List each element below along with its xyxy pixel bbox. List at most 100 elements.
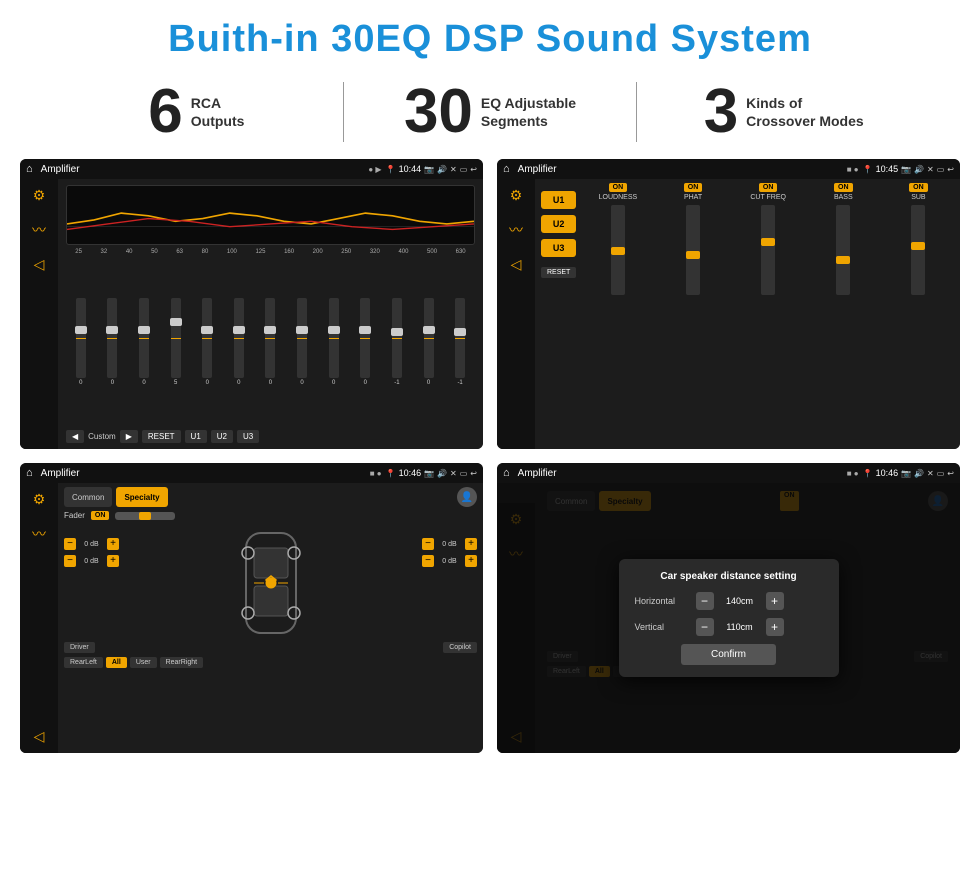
ctrl-label-bass: BASS (834, 194, 853, 201)
horizontal-plus-btn[interactable]: + (766, 592, 784, 610)
wave-icon[interactable]: 〰 (32, 220, 46, 240)
window-icon-3: ▭ (460, 469, 468, 478)
volume-down-icon[interactable]: ◁ (34, 256, 45, 273)
u1-btn[interactable]: U1 (541, 191, 576, 209)
stats-row: 6 RCAOutputs 30 EQ AdjustableSegments 3 … (0, 71, 980, 159)
location-icon-4: 📍 (863, 469, 873, 478)
home-icon-2[interactable]: ⌂ (503, 163, 510, 175)
db-minus-fl[interactable]: − (64, 538, 76, 550)
time-4: 10:46 (876, 468, 899, 478)
slider-7[interactable]: 0 (265, 298, 275, 386)
freq-160: 160 (284, 249, 294, 255)
vertical-label: Vertical (635, 622, 690, 632)
freq-320: 320 (370, 249, 380, 255)
ctrl-slider-sub[interactable] (911, 205, 925, 295)
back-icon-1[interactable]: ↩ (470, 165, 477, 174)
home-icon-3[interactable]: ⌂ (26, 467, 33, 479)
wave-icon-2[interactable]: 〰 (509, 220, 523, 240)
db-plus-fr[interactable]: + (465, 538, 477, 550)
back-icon-4[interactable]: ↩ (947, 469, 954, 478)
home-icon-4[interactable]: ⌂ (503, 467, 510, 479)
db-minus-fr[interactable]: − (422, 538, 434, 550)
db-minus-rl[interactable]: − (64, 555, 76, 567)
eq-icon-2[interactable]: ⚙ (510, 187, 523, 204)
slider-10[interactable]: 0 (360, 298, 370, 386)
horizontal-label: Horizontal (635, 596, 690, 606)
horizontal-minus-btn[interactable]: − (696, 592, 714, 610)
db-plus-fl[interactable]: + (107, 538, 119, 550)
eq-icon[interactable]: ⚙ (33, 187, 46, 204)
screen3-dots: ■ ● (370, 469, 382, 478)
reset-btn-2[interactable]: RESET (541, 267, 576, 278)
tab-specialty-3[interactable]: Specialty (116, 487, 167, 507)
stat-label-rca: RCAOutputs (191, 94, 245, 130)
slider-4[interactable]: 5 (171, 298, 181, 386)
user-btn[interactable]: User (130, 657, 157, 668)
vertical-plus-btn[interactable]: + (766, 618, 784, 636)
back-icon-2[interactable]: ↩ (947, 165, 954, 174)
ctrl-loudness: ON LOUDNESS (582, 183, 653, 445)
dialog-row-horizontal: Horizontal − 140cm + (635, 592, 823, 610)
db-plus-rl[interactable]: + (107, 555, 119, 567)
vertical-minus-btn[interactable]: − (696, 618, 714, 636)
screen3-title: Amplifier (41, 468, 366, 479)
rearleft-btn[interactable]: RearLeft (64, 657, 103, 668)
profile-icon-3[interactable]: 👤 (457, 487, 477, 507)
u3-btn[interactable]: U3 (541, 239, 576, 257)
screen-distance: ⌂ Amplifier ■ ● 📍 10:46 📷 🔊 ✕ ▭ ↩ ⚙ 〰 ◁ (497, 463, 960, 753)
prev-preset-button[interactable]: ◀ (66, 430, 84, 443)
slider-1[interactable]: 0 (76, 298, 86, 386)
home-icon-1[interactable]: ⌂ (26, 163, 33, 175)
volume-down-icon-2[interactable]: ◁ (511, 256, 522, 273)
window-icon-4: ▭ (937, 469, 945, 478)
slider-11[interactable]: -1 (392, 298, 402, 386)
slider-6[interactable]: 0 (234, 298, 244, 386)
rearright-btn[interactable]: RearRight (160, 657, 204, 668)
volume-down-icon-3[interactable]: ◁ (34, 728, 45, 745)
ctrl-slider-bass[interactable] (836, 205, 850, 295)
ctrl-slider-cutfreq[interactable] (761, 205, 775, 295)
stat-label-eq: EQ AdjustableSegments (481, 94, 576, 130)
reset-button-1[interactable]: RESET (142, 430, 181, 443)
fader-label-row: Fader ON (64, 511, 477, 520)
slider-13[interactable]: -1 (455, 298, 465, 386)
slider-8[interactable]: 0 (297, 298, 307, 386)
u2-button-1[interactable]: U2 (211, 430, 233, 443)
time-2: 10:45 (876, 164, 899, 174)
screen2-dots: ■ ● (847, 165, 859, 174)
ctrl-slider-loudness[interactable] (611, 205, 625, 295)
db-val-rr: 0 dB (437, 558, 462, 565)
copilot-btn[interactable]: Copilot (443, 642, 477, 653)
slider-5[interactable]: 0 (202, 298, 212, 386)
db-minus-rr[interactable]: − (422, 555, 434, 567)
u2-btn[interactable]: U2 (541, 215, 576, 233)
fader-slider[interactable] (115, 512, 175, 520)
time-3: 10:46 (399, 468, 422, 478)
preset-label: Custom (88, 432, 116, 441)
back-icon-3[interactable]: ↩ (470, 469, 477, 478)
u1-button-1[interactable]: U1 (185, 430, 207, 443)
freq-400: 400 (398, 249, 408, 255)
slider-9[interactable]: 0 (329, 298, 339, 386)
ctrl-bass: ON BASS (808, 183, 879, 445)
driver-btn[interactable]: Driver (64, 642, 95, 653)
freq-200: 200 (313, 249, 323, 255)
all-btn[interactable]: All (106, 657, 127, 668)
db-val-fl: 0 dB (79, 541, 104, 548)
confirm-button[interactable]: Confirm (681, 644, 776, 665)
wave-icon-3[interactable]: 〰 (32, 524, 46, 544)
eq-main: 25 32 40 50 63 80 100 125 160 200 250 32… (58, 179, 483, 449)
next-preset-button[interactable]: ▶ (120, 430, 138, 443)
freq-630: 630 (456, 249, 466, 255)
eq-icon-3[interactable]: ⚙ (33, 491, 46, 508)
u3-button-1[interactable]: U3 (237, 430, 259, 443)
ctrl-slider-phat[interactable] (686, 205, 700, 295)
db-plus-rr[interactable]: + (465, 555, 477, 567)
freq-80: 80 (202, 249, 209, 255)
slider-2[interactable]: 0 (107, 298, 117, 386)
slider-3[interactable]: 0 (139, 298, 149, 386)
tab-common-3[interactable]: Common (64, 487, 112, 507)
slider-12[interactable]: 0 (424, 298, 434, 386)
camera-icon-4: 📷 (901, 469, 911, 478)
close-icon-4: ✕ (927, 469, 934, 478)
